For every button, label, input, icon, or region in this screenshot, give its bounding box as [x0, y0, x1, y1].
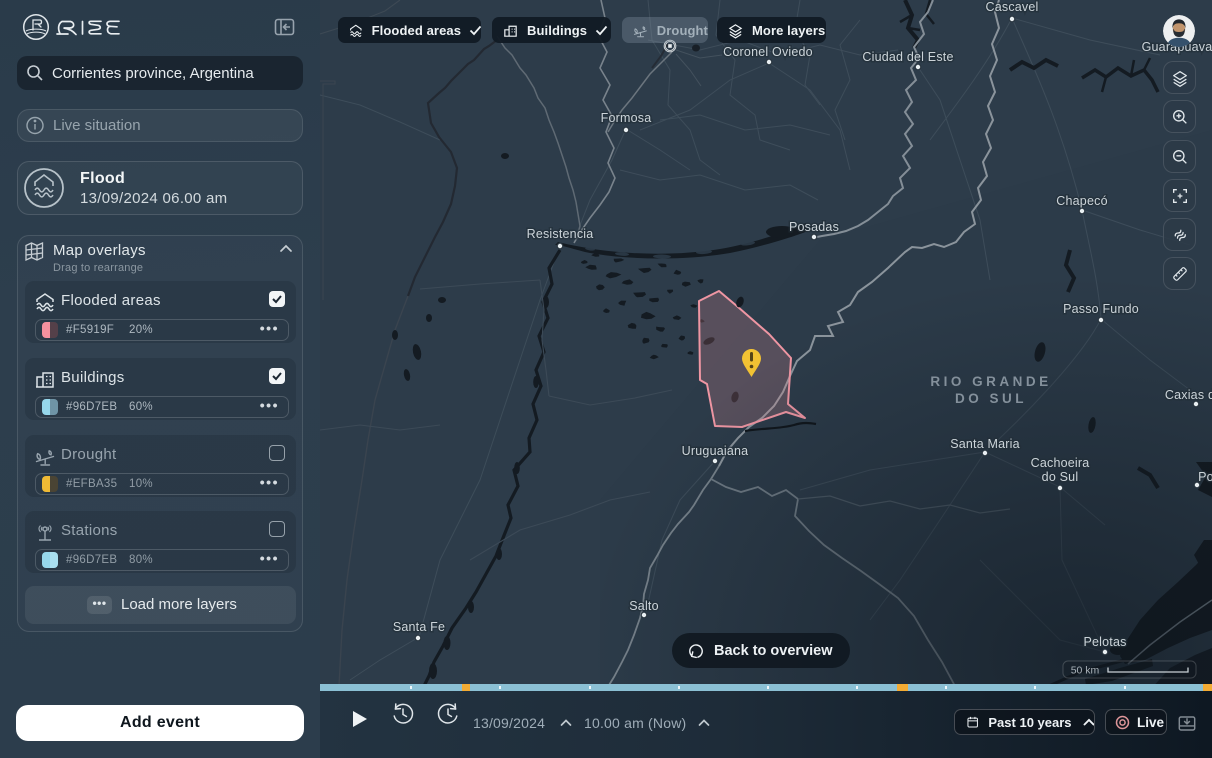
svg-text:do Sul: do Sul [1042, 470, 1079, 484]
svg-text:Santa Maria: Santa Maria [950, 437, 1020, 451]
svg-text:Formosa: Formosa [601, 111, 652, 125]
svg-text:50 km: 50 km [1071, 665, 1100, 677]
svg-text:Passo Fundo: Passo Fundo [1063, 302, 1139, 316]
svg-text:Resistencia: Resistencia [527, 227, 594, 241]
svg-text:RIO GRANDE: RIO GRANDE [930, 374, 1051, 389]
svg-text:Cachoeira: Cachoeira [1031, 456, 1090, 470]
svg-text:Santa Fe: Santa Fe [393, 620, 445, 634]
svg-text:Salto: Salto [629, 599, 659, 613]
svg-text:Pelotas: Pelotas [1083, 635, 1126, 649]
svg-text:Cascavel: Cascavel [985, 0, 1038, 14]
svg-text:DO SUL: DO SUL [955, 391, 1027, 406]
svg-text:Coronel Oviedo: Coronel Oviedo [723, 45, 813, 59]
svg-text:Caxias d: Caxias d [1165, 388, 1212, 402]
svg-text:Uruguaiana: Uruguaiana [682, 444, 749, 458]
svg-text:Ciudad del Este: Ciudad del Este [862, 50, 953, 64]
svg-text:Po: Po [1198, 470, 1212, 484]
svg-text:Chapecó: Chapecó [1056, 194, 1107, 208]
svg-text:Posadas: Posadas [789, 220, 839, 234]
